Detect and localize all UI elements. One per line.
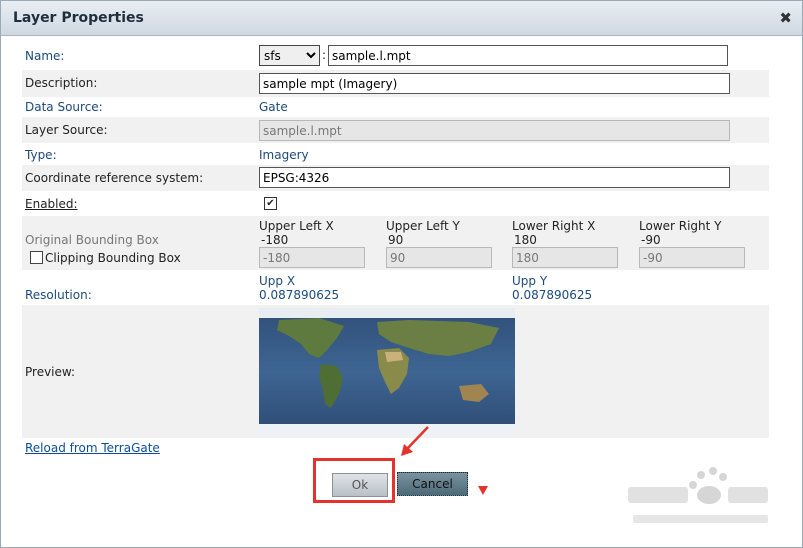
name-input[interactable] bbox=[328, 45, 728, 66]
data-source-value: Gate bbox=[259, 100, 288, 114]
enabled-row: Enabled: ✔ bbox=[22, 192, 769, 216]
reload-link[interactable]: Reload from TerraGate bbox=[25, 441, 160, 455]
dialog-title: Layer Properties bbox=[13, 10, 144, 26]
type-label: Type: bbox=[25, 148, 57, 162]
uly-input bbox=[386, 247, 492, 268]
crs-label: Coordinate reference system: bbox=[25, 171, 204, 185]
watermark-logo bbox=[628, 467, 768, 523]
preview-map-image bbox=[259, 308, 515, 436]
crs-row: Coordinate reference system: bbox=[22, 165, 769, 191]
description-label: Description: bbox=[25, 76, 98, 90]
data-source-row: Data Source: Gate bbox=[22, 97, 769, 117]
resolution-label: Resolution: bbox=[25, 288, 92, 302]
lry-header: Lower Right Y bbox=[639, 219, 722, 233]
enabled-checkbox[interactable]: ✔ bbox=[264, 197, 277, 210]
dialog-titlebar: Layer Properties ✖ bbox=[1, 1, 802, 36]
uly-original: 90 bbox=[388, 233, 404, 247]
ulx-header: Upper Left X bbox=[259, 219, 334, 233]
type-row: Type: Imagery bbox=[22, 143, 769, 165]
name-prefix-select[interactable]: sfs bbox=[259, 45, 320, 66]
layer-source-label: Layer Source: bbox=[25, 123, 108, 137]
lry-input bbox=[639, 247, 745, 268]
resolution-row: Resolution: Upp X 0.087890625 Upp Y 0.08… bbox=[22, 271, 769, 304]
ok-button-highlight bbox=[313, 458, 395, 503]
data-source-label: Data Source: bbox=[25, 100, 103, 114]
ulx-original: -180 bbox=[261, 233, 289, 247]
upp-x-header: Upp X bbox=[259, 274, 296, 288]
preview-row: Preview: bbox=[22, 305, 769, 438]
upp-x-value: 0.087890625 bbox=[259, 288, 340, 302]
bounding-box-row: Original Bounding Box Clipping Bounding … bbox=[22, 216, 769, 270]
world-map-graphic bbox=[259, 308, 515, 436]
uly-header: Upper Left Y bbox=[386, 219, 460, 233]
description-row: Description: bbox=[22, 70, 769, 97]
dropdown-indicator-icon bbox=[478, 486, 488, 495]
cancel-button[interactable]: Cancel bbox=[397, 472, 468, 496]
lrx-header: Lower Right X bbox=[512, 219, 596, 233]
annotation-arrow-icon bbox=[401, 426, 429, 456]
lry-original: -90 bbox=[641, 233, 661, 247]
layer-source-input bbox=[259, 120, 730, 141]
lrx-input bbox=[512, 247, 618, 268]
name-colon: : bbox=[322, 48, 327, 62]
original-bbox-label: Original Bounding Box bbox=[25, 233, 159, 247]
lrx-original: 180 bbox=[514, 233, 537, 247]
name-label: Name: bbox=[25, 49, 65, 63]
upp-y-value: 0.087890625 bbox=[512, 288, 593, 302]
crs-input[interactable] bbox=[259, 167, 730, 188]
type-value: Imagery bbox=[259, 148, 309, 162]
clipping-bbox-checkbox[interactable] bbox=[30, 251, 43, 264]
upp-y-header: Upp Y bbox=[512, 274, 548, 288]
preview-label: Preview: bbox=[25, 365, 76, 379]
layer-source-row: Layer Source: bbox=[22, 117, 769, 143]
enabled-label: Enabled: bbox=[25, 197, 78, 211]
name-row: Name: sfs : bbox=[22, 42, 769, 69]
ulx-input bbox=[259, 247, 365, 268]
clipping-bbox-label: Clipping Bounding Box bbox=[45, 251, 181, 265]
description-input[interactable] bbox=[259, 73, 730, 94]
close-icon[interactable]: ✖ bbox=[779, 9, 792, 27]
